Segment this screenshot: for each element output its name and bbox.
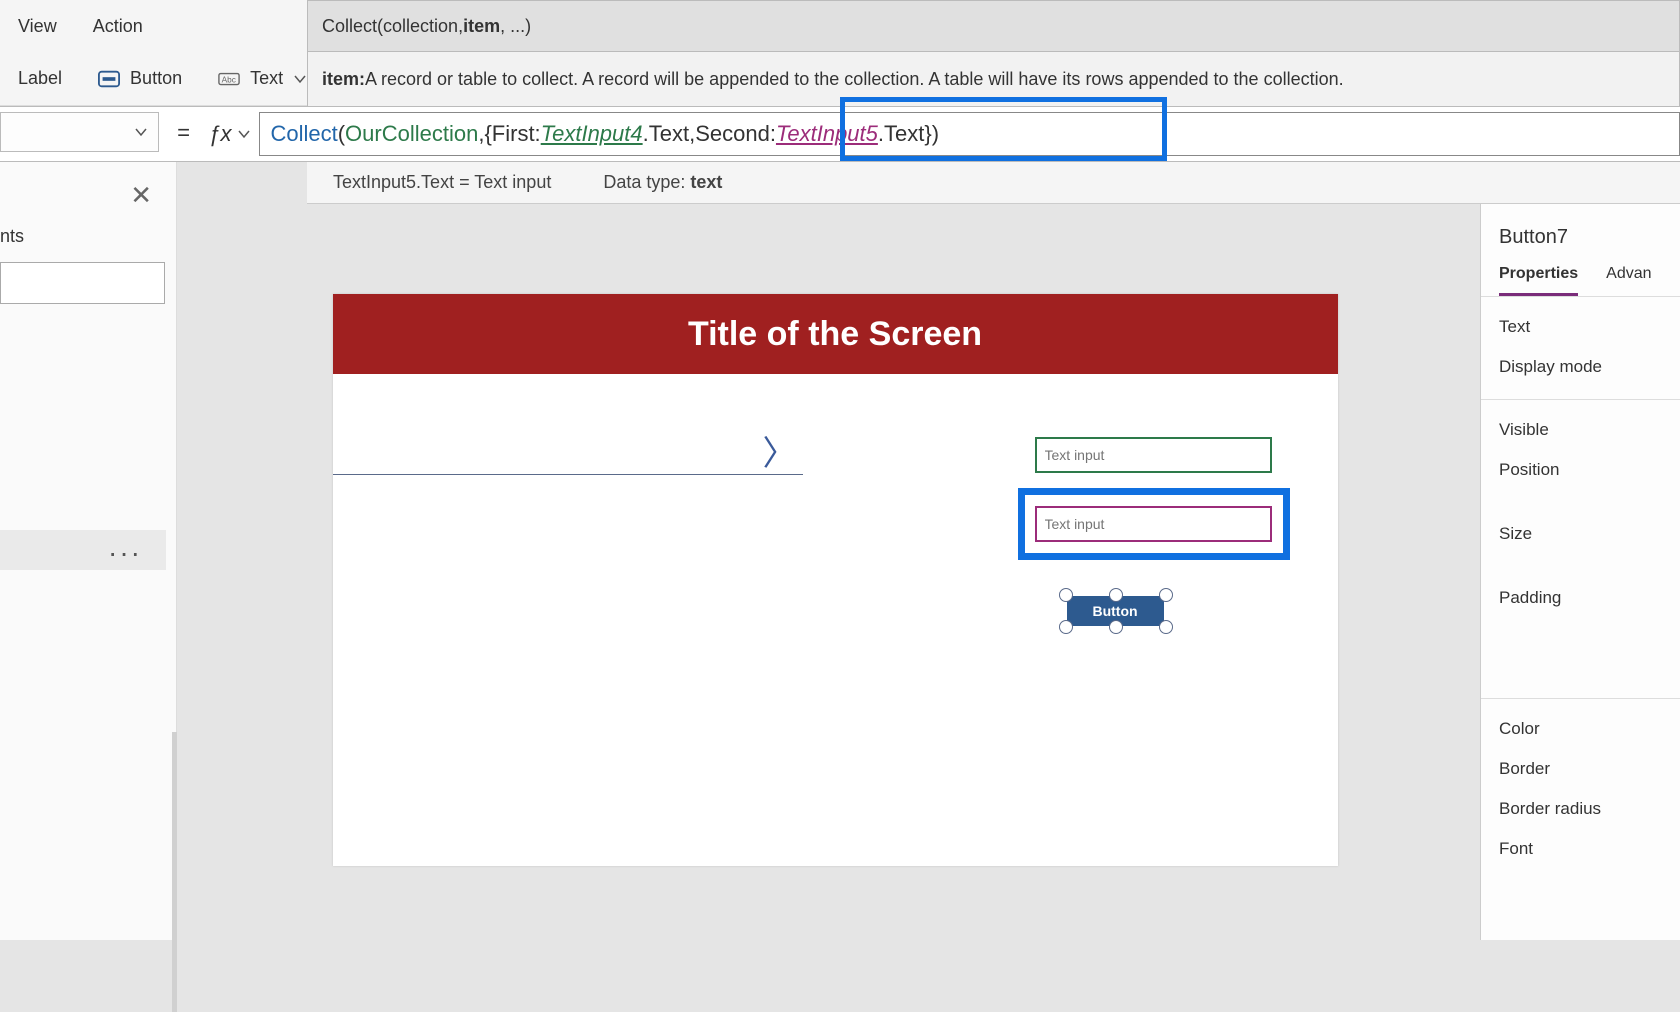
- app-screen[interactable]: Title of the Screen 〉 Button: [333, 294, 1338, 866]
- prop-size[interactable]: Size: [1481, 480, 1680, 544]
- tree-search-input[interactable]: [0, 262, 165, 304]
- tab-properties[interactable]: Properties: [1499, 265, 1578, 296]
- text-input-5[interactable]: [1035, 506, 1272, 542]
- more-options-icon[interactable]: ···: [108, 537, 142, 569]
- dt-label: Data type:: [603, 172, 690, 192]
- tok-brace-close: }: [924, 121, 931, 147]
- resize-handle-s[interactable]: [1109, 620, 1123, 634]
- prop-font[interactable]: Font: [1481, 819, 1680, 859]
- prop-text[interactable]: Text: [1481, 297, 1680, 337]
- menu-view[interactable]: View: [0, 16, 75, 37]
- formula-bar-row: = ƒx Collect ( OurCollection , { First: …: [0, 106, 1680, 162]
- resize-handle-sw[interactable]: [1059, 620, 1073, 634]
- tok-key-second: Second:: [695, 121, 776, 147]
- prop-display-mode[interactable]: Display mode: [1481, 337, 1680, 377]
- tree-view-panel: ✕ nts ···: [0, 162, 177, 940]
- text-input-4[interactable]: [1035, 437, 1272, 473]
- insert-button-control[interactable]: Button: [80, 68, 200, 89]
- prop-visible[interactable]: Visible: [1481, 400, 1680, 440]
- chevron-down-icon: [293, 72, 307, 86]
- tok-ref-textinput4: TextInput4: [541, 121, 643, 147]
- hint-suffix: , ...): [500, 16, 531, 37]
- screen-title-label[interactable]: Title of the Screen: [333, 294, 1338, 374]
- tok-open: (: [338, 121, 345, 147]
- tok-function: Collect: [270, 121, 337, 147]
- tok-suffix1: .Text: [643, 121, 689, 147]
- info-rhs: Text input: [474, 172, 551, 192]
- properties-tabs: Properties Advan: [1481, 265, 1680, 297]
- insert-label-control[interactable]: Label: [0, 68, 80, 89]
- formula-result-info: TextInput5.Text = Text input Data type: …: [307, 162, 1680, 204]
- dt-value: text: [690, 172, 722, 192]
- selected-control-name: Button7: [1481, 204, 1680, 265]
- panel-resize-handle[interactable]: [172, 732, 177, 1012]
- prop-color[interactable]: Color: [1481, 699, 1680, 739]
- text-text: Text: [250, 68, 283, 89]
- tok-key-first: First:: [492, 121, 541, 147]
- property-selector-dropdown[interactable]: [0, 112, 159, 152]
- prop-border[interactable]: Border: [1481, 739, 1680, 779]
- prop-position[interactable]: Position: [1481, 440, 1680, 480]
- button-text: Button: [130, 68, 182, 89]
- info-eq: =: [459, 172, 474, 192]
- chevron-down-icon: [237, 127, 251, 141]
- param-name: item:: [322, 69, 365, 90]
- tok-brace-open: {: [484, 121, 491, 147]
- fx-glyph: ƒx: [208, 121, 231, 147]
- resize-handle-n[interactable]: [1109, 588, 1123, 602]
- canvas-area[interactable]: Title of the Screen 〉 Button: [200, 204, 1470, 904]
- svg-text:Abc: Abc: [222, 75, 236, 84]
- resize-handle-nw[interactable]: [1059, 588, 1073, 602]
- formula-signature-hint: Collect (collection, item , ...): [307, 0, 1680, 52]
- text-icon: Abc: [218, 70, 240, 88]
- hint-current-param: item: [463, 16, 500, 37]
- tok-collection: OurCollection: [345, 121, 478, 147]
- panel-heading-partial: nts: [0, 226, 24, 247]
- label-text: Label: [18, 68, 62, 89]
- chevron-down-icon: [134, 125, 148, 139]
- info-lhs: TextInput5.Text: [333, 172, 454, 192]
- info-expression: TextInput5.Text = Text input: [307, 172, 577, 193]
- tab-advanced[interactable]: Advan: [1606, 265, 1651, 296]
- prop-border-radius[interactable]: Border radius: [1481, 779, 1680, 819]
- fx-label[interactable]: ƒx: [208, 121, 259, 147]
- button-icon: [98, 70, 120, 88]
- resize-handle-ne[interactable]: [1159, 588, 1173, 602]
- hint-prefix: (collection,: [377, 16, 463, 37]
- chevron-right-icon[interactable]: 〉: [763, 426, 797, 475]
- formula-param-description: item: A record or table to collect. A re…: [307, 52, 1680, 106]
- tok-suffix2: .Text: [878, 121, 924, 147]
- close-icon[interactable]: ✕: [130, 180, 152, 211]
- underline-control[interactable]: [333, 474, 803, 475]
- tok-close: ): [932, 121, 939, 147]
- formula-input[interactable]: Collect ( OurCollection , { First: TextI…: [259, 112, 1680, 156]
- menu-action[interactable]: Action: [75, 16, 161, 37]
- equals-sign: =: [159, 122, 208, 147]
- prop-padding[interactable]: Padding: [1481, 544, 1680, 608]
- resize-handle-se[interactable]: [1159, 620, 1173, 634]
- hint-fn: Collect: [322, 16, 377, 37]
- param-body: A record or table to collect. A record w…: [365, 69, 1344, 90]
- tok-ref-textinput5: TextInput5: [776, 121, 878, 147]
- info-datatype: Data type: text: [577, 172, 748, 193]
- properties-panel: Button7 Properties Advan Text Display mo…: [1480, 204, 1680, 940]
